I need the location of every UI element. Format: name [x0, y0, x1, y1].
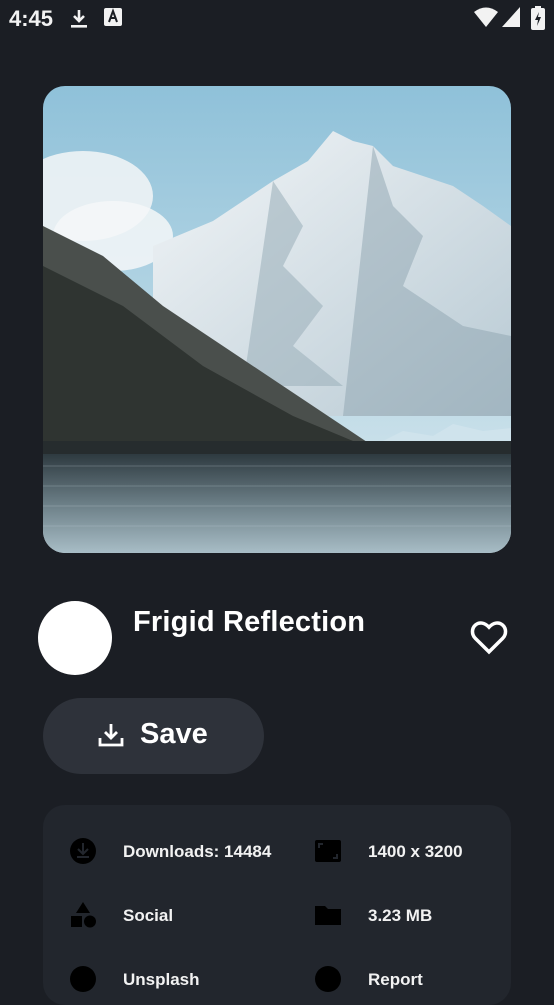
folder-icon [314, 901, 342, 934]
download-icon [69, 8, 89, 35]
category-text: Social [123, 906, 174, 925]
source-text: Unsplash [123, 970, 200, 989]
report-text: Report [368, 970, 423, 989]
favorite-button[interactable] [468, 616, 510, 658]
resolution-text: 1400 x 3200 [368, 842, 463, 861]
signal-icon [502, 7, 520, 32]
info-icon [69, 965, 97, 998]
battery-icon [531, 6, 545, 35]
report-icon [314, 965, 342, 998]
status-time: 4:45 [9, 6, 54, 31]
heart-outline-icon [470, 621, 508, 655]
download-icon [98, 722, 124, 753]
status-bar: 4:45 [0, 0, 554, 38]
downloads-text: Downloads: 14484 [123, 842, 272, 861]
avatar[interactable] [38, 601, 112, 675]
save-button-label: Save [140, 718, 208, 750]
save-button[interactable]: Save [43, 698, 264, 774]
text-a-icon [104, 8, 122, 31]
shapes-icon [69, 901, 97, 934]
size-text: 3.23 MB [368, 906, 433, 925]
download-circle-icon [69, 837, 97, 870]
wallpaper-preview-image[interactable] [43, 86, 511, 553]
aspect-ratio-icon [314, 837, 342, 870]
info-card: Downloads: 14484 1400 x 3200 Social 3.23… [43, 805, 511, 1005]
wallpaper-title: Frigid Reflection [133, 606, 366, 638]
wifi-icon [474, 7, 498, 32]
